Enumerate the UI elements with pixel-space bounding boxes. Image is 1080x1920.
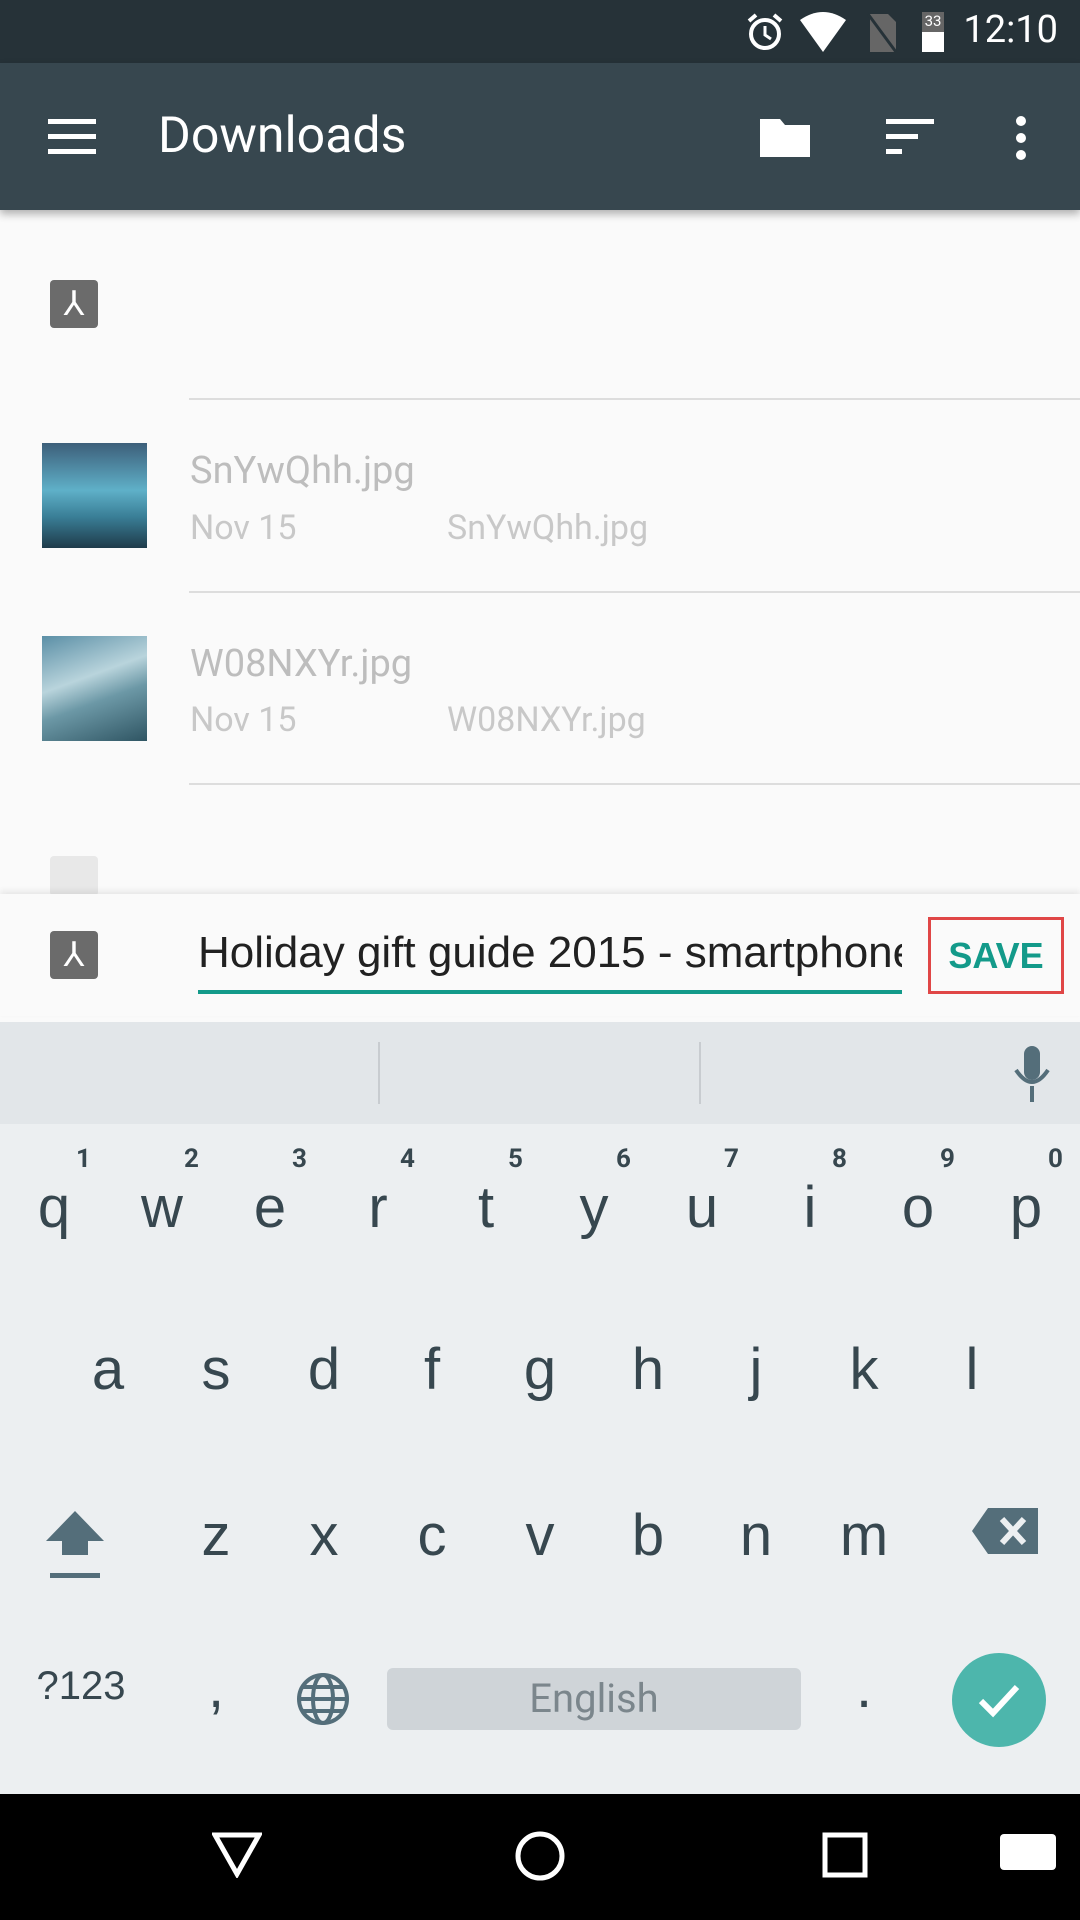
key-v[interactable]: v: [486, 1502, 594, 1569]
key-hint: 2: [184, 1144, 199, 1174]
home-icon[interactable]: [514, 1830, 566, 1882]
keyboard-switch-icon[interactable]: [1000, 1834, 1056, 1874]
key-j[interactable]: j: [702, 1336, 810, 1403]
navigation-bar: [0, 1794, 1080, 1920]
recents-icon[interactable]: [822, 1832, 868, 1878]
key-t[interactable]: t: [432, 1174, 540, 1241]
key-s[interactable]: s: [162, 1336, 270, 1403]
page-title: Downloads: [158, 107, 407, 165]
divider: [189, 591, 1080, 593]
key-c[interactable]: c: [378, 1502, 486, 1569]
key-hint: 9: [940, 1144, 955, 1174]
pdf-file-icon: ⅄: [50, 931, 98, 979]
backspace-key[interactable]: [972, 1508, 1038, 1554]
file-list: ⅄ SnYwQhh.jpg Nov 15 SnYwQhh.jpg W08NXYr…: [0, 210, 1080, 896]
status-bar: 33 12:10: [0, 0, 1080, 63]
key-y[interactable]: y: [540, 1174, 648, 1241]
key-e[interactable]: e: [216, 1174, 324, 1241]
key-hint: 5: [508, 1144, 523, 1174]
folder-icon[interactable]: [758, 115, 812, 159]
mic-icon[interactable]: [1012, 1046, 1052, 1102]
file-date: Nov 15: [190, 700, 297, 740]
menu-icon[interactable]: [48, 119, 98, 155]
file-name[interactable]: SnYwQhh.jpg: [190, 449, 415, 493]
no-sim-icon: [866, 13, 898, 53]
key-p[interactable]: p: [972, 1174, 1080, 1241]
check-icon: [978, 1684, 1020, 1718]
key-n[interactable]: n: [702, 1502, 810, 1569]
key-q[interactable]: q: [0, 1174, 108, 1241]
key-hint: 1: [76, 1144, 91, 1174]
space-key[interactable]: English: [387, 1668, 801, 1730]
period-key[interactable]: .: [810, 1654, 918, 1721]
file-subtitle: W08NXYr.jpg: [447, 700, 646, 740]
save-sheet: ⅄ Holiday gift guide 2015 - smartphones …: [0, 894, 1080, 1016]
key-i[interactable]: i: [756, 1174, 864, 1241]
audio-file-icon[interactable]: [50, 856, 98, 896]
key-l[interactable]: l: [918, 1336, 1026, 1403]
divider: [699, 1042, 701, 1104]
wifi-icon: [800, 12, 846, 52]
file-name[interactable]: W08NXYr.jpg: [190, 642, 412, 686]
key-hint: 7: [724, 1144, 739, 1174]
filename-input[interactable]: Holiday gift guide 2015 - smartphones: [198, 928, 902, 994]
suggestion-strip: [0, 1022, 1080, 1124]
image-thumbnail[interactable]: [42, 636, 147, 741]
key-h[interactable]: h: [594, 1336, 702, 1403]
shift-key[interactable]: [44, 1509, 106, 1581]
image-thumbnail[interactable]: [42, 443, 147, 548]
key-u[interactable]: u: [648, 1174, 756, 1241]
key-a[interactable]: a: [54, 1336, 162, 1403]
key-hint: 8: [832, 1144, 847, 1174]
file-subtitle: SnYwQhh.jpg: [447, 508, 649, 548]
file-date: Nov 15: [190, 508, 297, 548]
keyboard: ?123 , English . q1w2e3r4t5y6u7i8o9p0 asd…: [0, 1124, 1080, 1794]
key-z[interactable]: z: [162, 1502, 270, 1569]
key-g[interactable]: g: [486, 1336, 594, 1403]
enter-key[interactable]: [952, 1653, 1046, 1747]
key-x[interactable]: x: [270, 1502, 378, 1569]
key-m[interactable]: m: [810, 1502, 918, 1569]
clock: 12:10: [963, 8, 1058, 52]
more-vert-icon[interactable]: [1014, 115, 1028, 161]
key-f[interactable]: f: [378, 1336, 486, 1403]
comma-key[interactable]: ,: [162, 1654, 270, 1721]
key-hint: 3: [292, 1144, 307, 1174]
key-b[interactable]: b: [594, 1502, 702, 1569]
key-d[interactable]: d: [270, 1336, 378, 1403]
battery-icon: 33: [922, 12, 944, 52]
key-o[interactable]: o: [864, 1174, 972, 1241]
key-hint: 0: [1048, 1144, 1063, 1174]
key-r[interactable]: r: [324, 1174, 432, 1241]
back-icon[interactable]: [212, 1832, 262, 1878]
sort-icon[interactable]: [886, 119, 936, 155]
alarm-icon: [747, 13, 783, 50]
key-hint: 6: [616, 1144, 631, 1174]
toolbar: Downloads: [0, 63, 1080, 210]
divider: [378, 1042, 380, 1104]
divider: [189, 398, 1080, 400]
symbols-key[interactable]: ?123: [27, 1664, 135, 1709]
key-w[interactable]: w: [108, 1174, 216, 1241]
key-k[interactable]: k: [810, 1336, 918, 1403]
save-button[interactable]: SAVE: [928, 917, 1064, 994]
key-hint: 4: [400, 1144, 415, 1174]
divider: [189, 783, 1080, 785]
pdf-file-icon[interactable]: ⅄: [50, 280, 98, 328]
globe-icon[interactable]: [296, 1672, 350, 1726]
